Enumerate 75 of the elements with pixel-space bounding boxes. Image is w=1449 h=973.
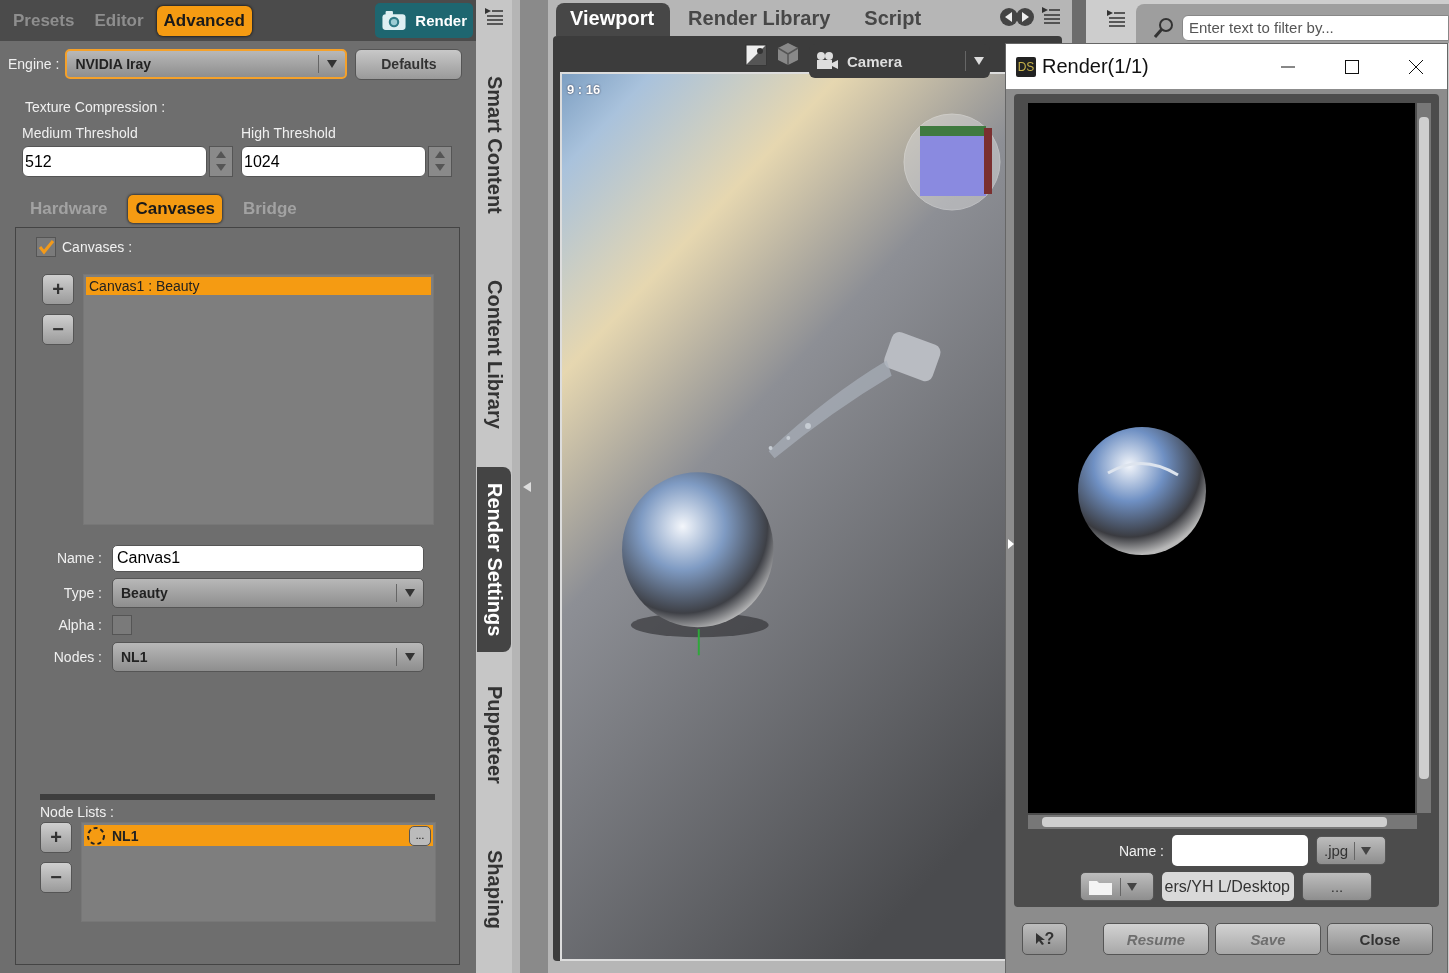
alpha-checkbox[interactable]	[112, 615, 132, 635]
spinner-control[interactable]	[209, 146, 233, 177]
field-label: Medium Threshold	[22, 125, 139, 141]
window-title: Render(1/1)	[1042, 55, 1150, 78]
dropdown-arrow-icon	[405, 653, 415, 661]
defaults-button[interactable]: Defaults	[355, 48, 463, 80]
cube-icon[interactable]	[777, 42, 799, 66]
camera-icon	[381, 10, 408, 31]
list-item-label: NL1	[112, 827, 140, 844]
horizontal-scrollbar[interactable]	[1028, 815, 1417, 829]
sub-tab[interactable]: Canvases	[128, 195, 222, 223]
dropdown-arrow-icon	[1361, 846, 1372, 855]
path-field[interactable]: ers/YH L/Desktop	[1162, 872, 1294, 901]
field-label: High Threshold	[241, 125, 337, 141]
collapse-arrow-icon[interactable]	[523, 481, 531, 492]
exposure-icon[interactable]	[745, 44, 767, 66]
aspect-ratio-label: 9 : 16	[567, 82, 601, 97]
section-title: Texture Compression :	[25, 99, 167, 115]
help-button[interactable]: ?	[1022, 923, 1067, 955]
close-icon[interactable]	[1409, 59, 1423, 74]
list-item[interactable]: Canvas1 : Beauty	[86, 277, 431, 295]
add-button[interactable]: +	[40, 822, 72, 853]
number-field[interactable]: 1024	[241, 146, 426, 177]
pane-tab[interactable]: Viewport	[556, 3, 671, 36]
video-camera-icon	[815, 51, 839, 71]
checkbox-label: Canvases :	[62, 239, 133, 255]
field-label: Type :	[62, 585, 102, 601]
list-item[interactable]: NL1 ...	[84, 825, 433, 846]
section-title: Node Lists :	[40, 804, 115, 820]
side-tab[interactable]: Puppeteer	[477, 678, 511, 792]
engine-dropdown[interactable]: NVIDIA Iray	[65, 49, 348, 79]
format-dropdown[interactable]: .jpg	[1316, 836, 1386, 865]
dropdown-arrow-icon	[327, 60, 338, 68]
name-field[interactable]	[1172, 835, 1308, 866]
vertical-scrollbar[interactable]	[1417, 103, 1431, 813]
field-label: Alpha :	[57, 617, 102, 633]
field-label: Nodes :	[52, 649, 102, 665]
search-icon	[1154, 17, 1174, 38]
dialog-button[interactable]: Close	[1327, 923, 1433, 955]
add-button[interactable]: +	[42, 274, 74, 305]
folder-dropdown[interactable]	[1080, 872, 1154, 901]
more-button[interactable]: ...	[409, 825, 431, 846]
render-button[interactable]: Render	[375, 3, 473, 38]
filter-field[interactable]: Enter text to filter by...	[1182, 14, 1449, 41]
pane-tab[interactable]: Render Library	[674, 3, 847, 36]
number-field[interactable]: 512	[22, 146, 207, 177]
maximize-icon[interactable]	[1345, 59, 1359, 74]
remove-button[interactable]: −	[42, 314, 74, 345]
side-tab[interactable]: Render Settings	[477, 466, 511, 653]
panel-menu-icon[interactable]	[1104, 8, 1128, 30]
side-tab[interactable]: Content Library	[477, 271, 511, 437]
side-tab[interactable]: Smart Content	[477, 68, 511, 222]
dropdown-arrow-icon	[405, 589, 415, 597]
panel-menu-icon[interactable]	[483, 6, 505, 28]
node-icon	[86, 825, 106, 846]
field-label: Name :	[55, 550, 102, 566]
app-logo: DS	[1016, 56, 1036, 77]
pointer-icon	[1034, 932, 1045, 946]
checkbox[interactable]	[36, 237, 56, 257]
nodes-dropdown[interactable]: NL1	[112, 642, 424, 672]
dropdown-arrow-icon	[1127, 882, 1137, 891]
type-dropdown[interactable]: Beauty	[112, 578, 424, 608]
browse-button[interactable]: ...	[1302, 872, 1372, 901]
pane-tab[interactable]: Script	[850, 3, 938, 36]
field-label: Name :	[1117, 842, 1164, 859]
spinner-control[interactable]	[428, 146, 452, 177]
splitter-arrow-icon[interactable]	[1008, 539, 1014, 549]
view-cube-icon[interactable]	[902, 112, 1002, 212]
remove-button[interactable]: −	[40, 862, 72, 893]
panel-menu-icon[interactable]	[1040, 5, 1062, 27]
panel-tab[interactable]: Advanced	[156, 5, 252, 36]
side-tab[interactable]: Shaping	[477, 841, 511, 937]
engine-label: Engine :	[8, 56, 60, 72]
dropdown-arrow-icon	[974, 57, 984, 65]
name-field[interactable]: Canvas1	[112, 544, 424, 572]
